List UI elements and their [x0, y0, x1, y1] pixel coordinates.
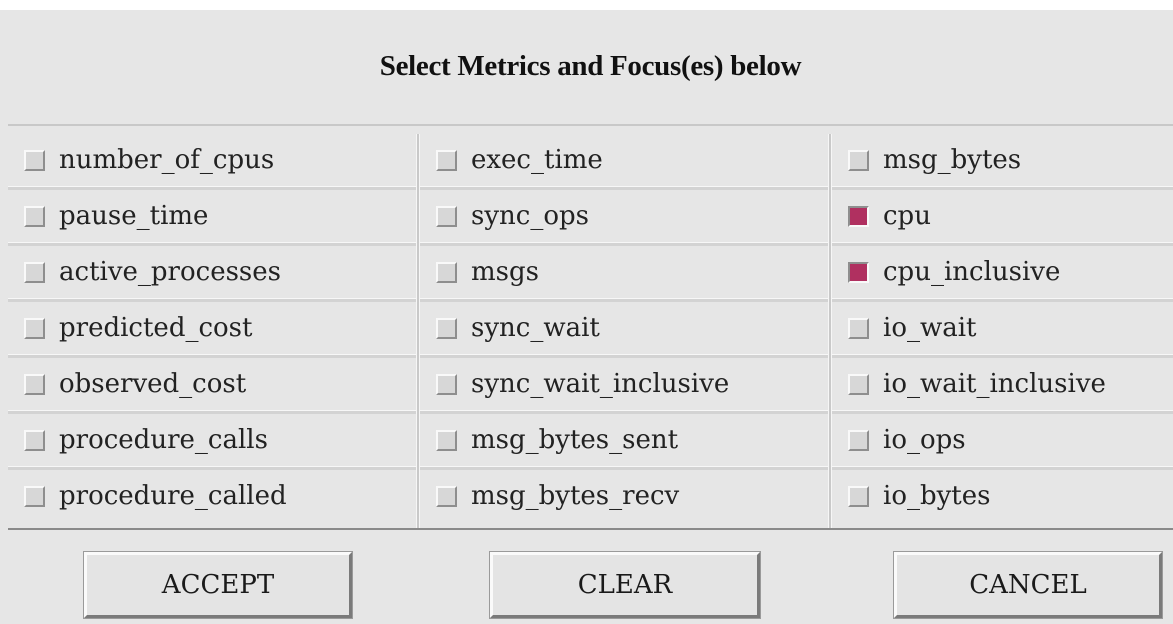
metric-checkbox[interactable] — [848, 261, 869, 283]
metric-label: msg_bytes_sent — [471, 425, 679, 455]
cancel-button[interactable]: CANCEL — [893, 551, 1163, 619]
metric-label: msg_bytes_recv — [471, 481, 680, 511]
metric-checkbox[interactable] — [24, 485, 45, 507]
metric-label: predicted_cost — [59, 313, 253, 343]
metric-row[interactable]: active_processes — [8, 246, 416, 298]
metric-checkbox[interactable] — [24, 317, 45, 339]
metric-checkbox[interactable] — [848, 317, 869, 339]
metric-label: io_wait_inclusive — [883, 369, 1106, 399]
metric-row[interactable]: exec_time — [420, 134, 828, 186]
metric-checkbox[interactable] — [848, 149, 869, 171]
metric-row[interactable]: io_wait_inclusive — [832, 358, 1173, 410]
metric-label: procedure_calls — [59, 425, 268, 455]
metric-checkbox[interactable] — [436, 429, 457, 451]
metric-label: sync_wait — [471, 313, 600, 343]
button-bar: ACCEPT CLEAR CANCEL — [8, 530, 1173, 624]
metric-label: msgs — [471, 257, 539, 287]
metric-label: io_ops — [883, 425, 966, 455]
metric-checkbox[interactable] — [436, 205, 457, 227]
metric-label: msg_bytes — [883, 145, 1022, 175]
top-margin — [0, 0, 1173, 10]
metric-checkbox[interactable] — [848, 205, 869, 227]
metric-row[interactable]: predicted_cost — [8, 302, 416, 354]
metrics-column-3: msg_bytes cpu cpu_inclusive io_wait io_w… — [832, 134, 1173, 528]
metric-row[interactable]: sync_ops — [420, 190, 828, 242]
metric-checkbox[interactable] — [436, 373, 457, 395]
metric-checkbox[interactable] — [848, 373, 869, 395]
title-area: Select Metrics and Focus(es) below — [8, 10, 1173, 126]
metric-row[interactable]: io_bytes — [832, 470, 1173, 522]
metric-label: number_of_cpus — [59, 145, 275, 175]
metrics-column-2: exec_time sync_ops msgs sync_wait sync_w… — [420, 134, 828, 528]
metric-row[interactable]: msg_bytes_recv — [420, 470, 828, 522]
metric-label: cpu — [883, 201, 931, 231]
metric-label: procedure_called — [59, 481, 287, 511]
metric-label: pause_time — [59, 201, 209, 231]
clear-button[interactable]: CLEAR — [489, 551, 761, 619]
metric-row[interactable]: io_wait — [832, 302, 1173, 354]
metric-row[interactable]: number_of_cpus — [8, 134, 416, 186]
metric-checkbox[interactable] — [436, 317, 457, 339]
metric-row[interactable]: cpu_inclusive — [832, 246, 1173, 298]
metric-row[interactable]: procedure_called — [8, 470, 416, 522]
metric-row[interactable]: io_ops — [832, 414, 1173, 466]
metric-label: io_wait — [883, 313, 977, 343]
accept-button[interactable]: ACCEPT — [83, 551, 353, 619]
metric-label: io_bytes — [883, 481, 991, 511]
metric-checkbox[interactable] — [436, 485, 457, 507]
metric-row[interactable]: sync_wait — [420, 302, 828, 354]
metric-checkbox[interactable] — [24, 429, 45, 451]
metrics-grid: number_of_cpus pause_time active_process… — [8, 134, 1173, 530]
metric-row[interactable]: msgs — [420, 246, 828, 298]
metric-checkbox[interactable] — [436, 261, 457, 283]
metric-label: active_processes — [59, 257, 281, 287]
metrics-dialog: Select Metrics and Focus(es) below numbe… — [8, 10, 1173, 624]
metric-row[interactable]: sync_wait_inclusive — [420, 358, 828, 410]
metric-row[interactable]: pause_time — [8, 190, 416, 242]
metric-row[interactable]: procedure_calls — [8, 414, 416, 466]
metric-checkbox[interactable] — [848, 429, 869, 451]
metric-label: sync_wait_inclusive — [471, 369, 730, 399]
metric-row[interactable]: msg_bytes_sent — [420, 414, 828, 466]
metric-checkbox[interactable] — [24, 205, 45, 227]
metric-label: observed_cost — [59, 369, 247, 399]
metrics-column-1: number_of_cpus pause_time active_process… — [8, 134, 416, 528]
metric-checkbox[interactable] — [848, 485, 869, 507]
metric-label: cpu_inclusive — [883, 257, 1061, 287]
dialog-title: Select Metrics and Focus(es) below — [379, 50, 802, 82]
metric-checkbox[interactable] — [436, 149, 457, 171]
metric-label: sync_ops — [471, 201, 589, 231]
metric-checkbox[interactable] — [24, 373, 45, 395]
metric-label: exec_time — [471, 145, 603, 175]
metric-row[interactable]: cpu — [832, 190, 1173, 242]
metric-row[interactable]: observed_cost — [8, 358, 416, 410]
metric-checkbox[interactable] — [24, 261, 45, 283]
metric-checkbox[interactable] — [24, 149, 45, 171]
metric-row[interactable]: msg_bytes — [832, 134, 1173, 186]
